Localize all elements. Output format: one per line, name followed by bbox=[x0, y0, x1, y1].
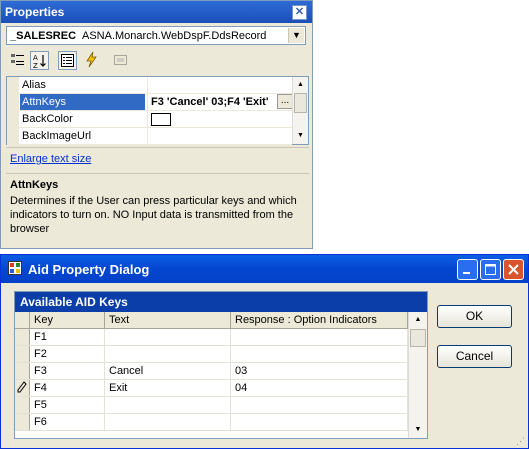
response-cell[interactable]: 03 bbox=[231, 363, 408, 379]
properties-icon[interactable] bbox=[58, 51, 77, 70]
key-cell[interactable]: F4 bbox=[30, 380, 105, 396]
text-cell[interactable] bbox=[105, 346, 231, 362]
maximize-icon[interactable] bbox=[480, 259, 501, 280]
description-title: AttnKeys bbox=[10, 179, 59, 191]
response-cell[interactable] bbox=[231, 329, 408, 345]
row-header[interactable] bbox=[15, 414, 30, 430]
text-cell[interactable]: Exit bbox=[105, 380, 231, 396]
key-cell[interactable]: F3 bbox=[30, 363, 105, 379]
ok-button[interactable]: OK bbox=[437, 305, 512, 328]
chevron-down-icon[interactable]: ▼ bbox=[288, 28, 304, 43]
key-cell[interactable]: F2 bbox=[30, 346, 105, 362]
divider bbox=[6, 147, 309, 148]
column-header-text[interactable]: Text bbox=[105, 312, 231, 328]
key-cell[interactable]: F1 bbox=[30, 329, 105, 345]
minimize-icon[interactable] bbox=[457, 259, 478, 280]
property-value[interactable]: F3 'Cancel' 03;F4 'Exit' ... bbox=[147, 94, 293, 110]
property-row-attnkeys[interactable]: AttnKeys F3 'Cancel' 03;F4 'Exit' ... bbox=[7, 94, 293, 111]
property-value[interactable] bbox=[147, 77, 293, 93]
row-gutter bbox=[7, 94, 19, 111]
close-icon[interactable] bbox=[503, 259, 524, 280]
table-row[interactable]: F1 bbox=[15, 329, 408, 346]
property-grid: Alias AttnKeys F3 'Cancel' 03;F4 'Exit' … bbox=[6, 76, 309, 145]
aid-keys-grid: Available AID Keys Key Text Response : O… bbox=[14, 291, 428, 439]
color-swatch bbox=[151, 113, 171, 126]
divider bbox=[6, 173, 309, 174]
row-gutter bbox=[7, 77, 19, 94]
property-row-backimageurl[interactable]: BackImageUrl bbox=[7, 128, 292, 145]
app-icon bbox=[8, 261, 22, 275]
scroll-thumb[interactable] bbox=[294, 93, 307, 113]
object-selector[interactable]: _SALESREC ASNA.Monarch.WebDspF.DdsRecord… bbox=[6, 26, 306, 45]
response-cell[interactable] bbox=[231, 346, 408, 362]
table-row[interactable]: F3 Cancel 03 bbox=[15, 363, 408, 380]
properties-panel: Properties ✕ _SALESREC ASNA.Monarch.WebD… bbox=[0, 0, 313, 249]
row-gutter bbox=[7, 128, 19, 145]
property-row-backcolor[interactable]: BackColor bbox=[7, 111, 292, 128]
aid-property-dialog: Aid Property Dialog Available AID Keys K… bbox=[0, 254, 529, 449]
scroll-down-icon[interactable]: ▼ bbox=[409, 422, 427, 437]
cancel-button[interactable]: Cancel bbox=[437, 345, 512, 368]
row-header-corner bbox=[15, 312, 30, 328]
row-header[interactable] bbox=[15, 329, 30, 345]
row-header[interactable] bbox=[15, 346, 30, 362]
property-name: Alias bbox=[22, 79, 46, 91]
dialog-title: Aid Property Dialog bbox=[28, 262, 150, 277]
grid-header: Key Text Response : Option Indicators bbox=[15, 312, 408, 329]
events-icon[interactable] bbox=[82, 51, 101, 70]
key-cell[interactable]: F6 bbox=[30, 414, 105, 430]
property-value[interactable] bbox=[147, 111, 293, 127]
text-cell[interactable] bbox=[105, 329, 231, 345]
row-gutter bbox=[7, 111, 19, 128]
dialog-title-bar[interactable]: Aid Property Dialog bbox=[1, 255, 528, 283]
property-name: AttnKeys bbox=[20, 94, 145, 110]
column-header-response[interactable]: Response : Option Indicators bbox=[231, 312, 408, 328]
enlarge-text-link[interactable]: Enlarge text size bbox=[10, 153, 91, 165]
categorized-icon[interactable] bbox=[8, 51, 27, 70]
property-name: BackColor bbox=[22, 113, 73, 125]
resize-grip-icon[interactable]: ⋰ bbox=[516, 436, 526, 446]
table-row[interactable]: F6 bbox=[15, 414, 408, 431]
object-name: _SALESREC bbox=[10, 30, 77, 42]
row-header[interactable] bbox=[15, 397, 30, 413]
properties-title: Properties bbox=[5, 5, 65, 19]
property-pages-icon bbox=[111, 51, 130, 70]
svg-text:A: A bbox=[33, 54, 38, 62]
property-grid-scrollbar[interactable]: ▲ ▼ bbox=[292, 77, 308, 144]
property-value[interactable] bbox=[147, 128, 293, 144]
properties-title-bar[interactable]: Properties ✕ bbox=[1, 1, 312, 23]
key-cell[interactable]: F5 bbox=[30, 397, 105, 413]
table-row[interactable]: F2 bbox=[15, 346, 408, 363]
svg-text:Z: Z bbox=[33, 62, 38, 69]
row-header[interactable] bbox=[15, 380, 30, 396]
scroll-thumb[interactable] bbox=[410, 329, 426, 347]
response-cell[interactable]: 04 bbox=[231, 380, 408, 396]
object-type: ASNA.Monarch.WebDspF.DdsRecord bbox=[82, 30, 267, 42]
property-name: BackImageUrl bbox=[22, 130, 92, 142]
grid-caption: Available AID Keys bbox=[15, 292, 427, 312]
scroll-up-icon[interactable]: ▲ bbox=[293, 77, 308, 92]
table-row[interactable]: F5 bbox=[15, 397, 408, 414]
aid-grid-scrollbar[interactable]: ▲ ▼ bbox=[408, 312, 427, 438]
close-icon[interactable]: ✕ bbox=[292, 5, 307, 20]
alphabetical-icon[interactable]: AZ bbox=[30, 51, 49, 70]
scroll-down-icon[interactable]: ▼ bbox=[293, 128, 308, 143]
row-header[interactable] bbox=[15, 363, 30, 379]
ellipsis-button[interactable]: ... bbox=[277, 94, 293, 109]
text-cell[interactable]: Cancel bbox=[105, 363, 231, 379]
table-row[interactable]: F4 Exit 04 bbox=[15, 380, 408, 397]
text-cell[interactable] bbox=[105, 414, 231, 430]
properties-toolbar: AZ bbox=[6, 50, 306, 72]
pencil-icon bbox=[17, 381, 27, 393]
attnkeys-value: F3 'Cancel' 03;F4 'Exit' bbox=[151, 96, 269, 108]
response-cell[interactable] bbox=[231, 414, 408, 430]
response-cell[interactable] bbox=[231, 397, 408, 413]
column-header-key[interactable]: Key bbox=[30, 312, 105, 328]
text-cell[interactable] bbox=[105, 397, 231, 413]
description-text: Determines if the User can press particu… bbox=[10, 195, 297, 235]
property-row-alias[interactable]: Alias bbox=[7, 77, 292, 94]
scroll-up-icon[interactable]: ▲ bbox=[409, 312, 427, 327]
